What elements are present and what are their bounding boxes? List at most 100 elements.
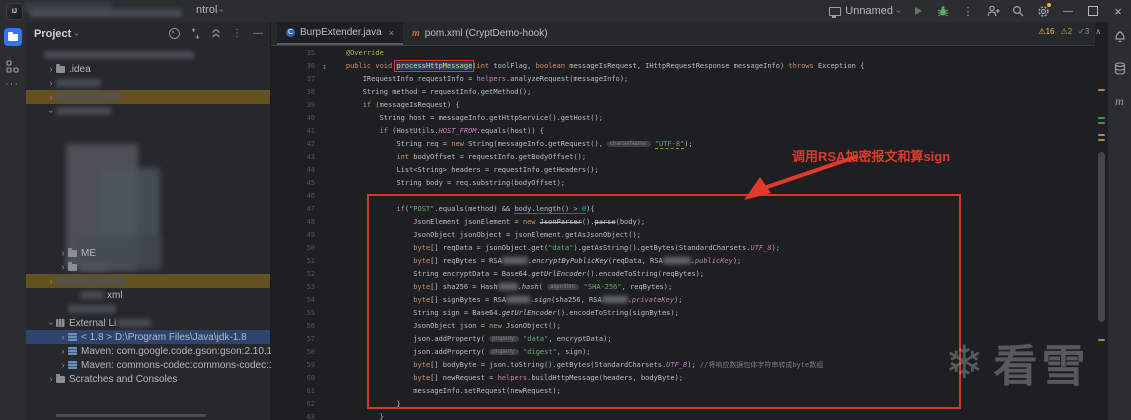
line-number[interactable]: 35 [271,49,329,57]
code-line-54[interactable]: 54 byte[] signBytes = RSA .sign(sha256, R… [271,293,1095,306]
code-line-40[interactable]: 40 String host = messageInfo.getHttpServ… [271,111,1095,124]
code-line-42[interactable]: 42 String req = new String(messageInfo.g… [271,137,1095,150]
line-number[interactable]: 62 [271,400,329,408]
debug-button[interactable] [936,3,950,19]
tree-item-redacted[interactable]: › [26,260,270,274]
add-user-button[interactable] [986,3,1000,19]
line-number[interactable]: 54 [271,296,329,304]
code-line-60[interactable]: 60 byte[] newRequest = helpers.buildHttp… [271,371,1095,384]
stripe-mark[interactable] [1098,134,1105,136]
code-line-36[interactable]: 36 ↥ public void processHttpMessage(int t… [271,59,1095,72]
chevron-collapsed-icon[interactable]: › [46,78,56,88]
tree-item-xml[interactable]: xml [26,288,270,302]
line-number[interactable]: 49 [271,231,329,239]
code-line-57[interactable]: 57 json.addProperty( property: "data", e… [271,332,1095,345]
tree-item-redacted[interactable]: › [26,90,270,104]
tree-item-redacted[interactable] [26,48,270,62]
code-line-51[interactable]: 51 byte[] reqBytes = RSA .encryptByPublic… [271,254,1095,267]
code-line-44[interactable]: 44 List<String> headers = requestInfo.ge… [271,163,1095,176]
notifications-button[interactable] [1114,30,1126,48]
line-number[interactable]: 45 [271,179,329,187]
line-number[interactable]: 58 [271,348,329,356]
code-line-53[interactable]: 53 byte[] sha256 = Hash .hash( algorithm:… [271,280,1095,293]
tab-close-icon[interactable]: × [389,28,394,38]
code-line-55[interactable]: 55 String sign = Base64.getUrlEncoder().… [271,306,1095,319]
hide-panel-button[interactable]: — [252,27,264,39]
maven-tool-button[interactable]: m [1115,94,1124,109]
line-number[interactable]: 42 [271,140,329,148]
structure-tool-button[interactable] [6,60,19,78]
kebab-menu-icon[interactable]: ⋮ [961,3,975,19]
tree-item-external-li[interactable]: › External Li [26,316,270,330]
settings-button[interactable] [1036,3,1051,19]
chevron-collapsed-icon[interactable]: › [46,374,56,384]
chevron-collapsed-icon[interactable]: › [58,248,68,258]
code-line-46[interactable]: 46 [271,189,1095,202]
run-button[interactable] [911,3,925,19]
stripe-mark[interactable] [1098,117,1105,119]
database-button[interactable] [1114,62,1126,80]
panel-options-button[interactable]: ⋮ [231,27,243,39]
maximize-button[interactable] [1086,3,1100,19]
chevron-collapsed-icon[interactable]: › [58,262,68,272]
line-number[interactable]: 37 [271,75,329,83]
line-number[interactable]: 44 [271,166,329,174]
chevron-collapsed-icon[interactable]: › [58,332,68,342]
line-number[interactable]: 38 [271,88,329,96]
tree-item-scratches-and-consoles[interactable]: › Scratches and Consoles [26,372,270,386]
code-line-63[interactable]: 63 } [271,410,1095,420]
tree-item-.idea[interactable]: › .idea [26,62,270,76]
line-number[interactable]: 48 [271,218,329,226]
stripe-mark[interactable] [1098,89,1105,91]
tree-item-me[interactable]: › ME [26,246,270,260]
line-number[interactable]: 52 [271,270,329,278]
prev-problem-button[interactable]: ∧ [1095,27,1101,36]
line-number[interactable]: 41 [271,127,329,135]
chevron-collapsed-icon[interactable]: › [58,346,68,356]
chevron-collapsed-icon[interactable]: › [46,64,56,74]
chevron-expanded-icon[interactable]: › [47,318,57,328]
code-line-58[interactable]: 58 json.addProperty( property: "digest",… [271,345,1095,358]
code-line-47[interactable]: 47 if("POST".equals(method) && body.leng… [271,202,1095,215]
line-number[interactable]: 63 [271,413,329,420]
override-gutter-icon[interactable]: ↥ [322,62,327,71]
search-button[interactable] [1011,3,1025,19]
line-number[interactable]: 43 [271,153,329,161]
tree-item--1.8-d-program-files-java-jdk-1.8[interactable]: › < 1.8 > D:\Program Files\Java\jdk-1.8 [26,330,270,344]
code-line-56[interactable]: 56 JsonObject json = new JsonObject(); [271,319,1095,332]
code-line-52[interactable]: 52 String encryptData = Base64.getUrlEnc… [271,267,1095,280]
line-number[interactable]: 36 ↥ [271,62,329,71]
line-number[interactable]: 55 [271,309,329,317]
branch-widget[interactable]: ntrol › [196,4,227,16]
line-number[interactable]: 59 [271,361,329,369]
line-number[interactable]: 61 [271,387,329,395]
inspections-widget[interactable]: ⚠16 ⚠2 ✓3 ∧ ∨ [1038,27,1113,36]
locate-file-button[interactable] [168,27,180,39]
chevron-collapsed-icon[interactable]: › [58,360,68,370]
code-line-45[interactable]: 45 String body = req.substring(bodyOffse… [271,176,1095,189]
code-line-38[interactable]: 38 String method = requestInfo.getMethod… [271,85,1095,98]
tree-item-maven-commons-codec-commons-codec-1.13[interactable]: › Maven: commons-codec:commons-codec:1.13 [26,358,289,372]
chevron-expanded-icon[interactable]: › [47,106,57,116]
chevron-collapsed-icon[interactable]: › [46,276,56,286]
line-number[interactable]: 40 [271,114,329,122]
line-number[interactable]: 51 [271,257,329,265]
horizontal-scrollbar[interactable] [56,414,206,417]
run-config-selector[interactable]: Unnamed › [829,5,904,18]
line-number[interactable]: 56 [271,322,329,330]
line-number[interactable]: 53 [271,283,329,291]
code-line-48[interactable]: 48 JsonElement jsonElement = new JsonPar… [271,215,1095,228]
code-line-41[interactable]: 41 if (HostUtils.HOST_FROM.equals(host))… [271,124,1095,137]
project-tool-button[interactable] [4,28,22,46]
code-line-59[interactable]: 59 byte[] bodyByte = json.toString().get… [271,358,1095,371]
code-line-61[interactable]: 61 messageInfo.setRequest(newRequest); [271,384,1095,397]
tab-burpextender-java[interactable]: C BurpExtender.java × [277,22,403,45]
code-line-37[interactable]: 37 IRequestInfo requestInfo = helpers.an… [271,72,1095,85]
code-line-62[interactable]: 62 } [271,397,1095,410]
code-editor[interactable]: 35 @Override 36 ↥ public void processHttpM… [271,46,1095,420]
close-button[interactable]: × [1111,3,1125,19]
line-number[interactable]: 60 [271,374,329,382]
tree-item-redacted[interactable] [26,302,270,316]
tab-pom-xml-cryptdemo-hook-[interactable]: m pom.xml (CryptDemo-hook) [403,22,557,45]
code-line-43[interactable]: 43 int bodyOffset = requestInfo.getBodyO… [271,150,1095,163]
